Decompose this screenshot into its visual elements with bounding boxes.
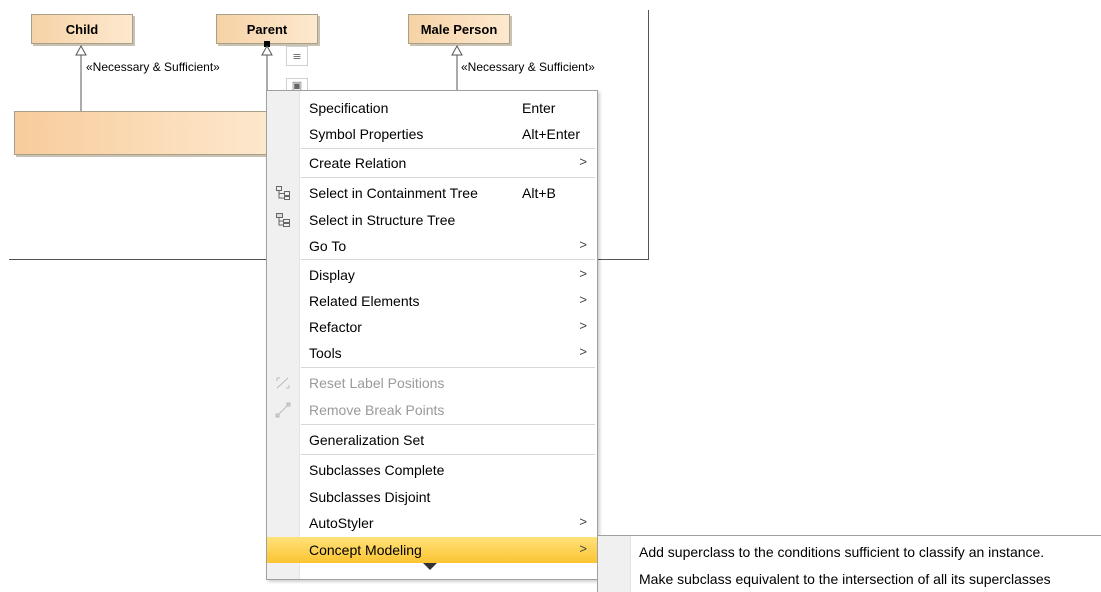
menu-item-label: Select in Containment Tree <box>309 185 478 201</box>
menu-item-symbol-properties[interactable]: Symbol Properties Alt+Enter <box>267 121 597 147</box>
menu-item-related-elements[interactable]: Related Elements > <box>267 288 597 314</box>
submenu-item-add-superclass-sufficient[interactable]: Add superclass to the conditions suffici… <box>598 539 1101 565</box>
menu-item-label: Refactor <box>309 319 362 335</box>
containment-tree-icon <box>275 185 291 201</box>
menu-item-label: AutoStyler <box>309 515 374 531</box>
menu-item-label: Generalization Set <box>309 432 425 448</box>
menu-item-refactor[interactable]: Refactor > <box>267 314 597 340</box>
menu-item-shortcut: Alt+Enter <box>522 126 580 142</box>
menu-item-label: Subclasses Complete <box>309 462 445 478</box>
menu-item-select-in-containment-tree[interactable]: Select in Containment Tree Alt+B <box>267 180 597 206</box>
chevron-right-icon: > <box>579 266 587 281</box>
submenu-item-make-subclass-equivalent[interactable]: Make subclass equivalent to the intersec… <box>598 566 1101 592</box>
menu-item-autostyler[interactable]: AutoStyler > <box>267 510 597 536</box>
chevron-right-icon: > <box>579 344 587 359</box>
diagram-frame-bottom-right <box>596 259 648 260</box>
menu-item-label: Display <box>309 267 355 283</box>
concept-modeling-submenu: Add superclass to the conditions suffici… <box>597 535 1101 592</box>
chevron-right-icon: > <box>579 514 587 529</box>
menu-item-specification[interactable]: Specification Enter <box>267 95 597 121</box>
chevron-right-icon: > <box>579 318 587 333</box>
menu-separator <box>301 259 595 260</box>
menu-separator <box>301 454 595 455</box>
menu-separator <box>301 367 595 368</box>
menu-item-label: Related Elements <box>309 293 420 309</box>
menu-item-subclasses-complete[interactable]: Subclasses Complete <box>267 457 597 483</box>
menu-item-shortcut: Enter <box>522 100 556 116</box>
menu-item-shortcut: Alt+B <box>522 185 556 201</box>
menu-item-concept-modeling[interactable]: Concept Modeling > <box>267 537 597 563</box>
submenu-item-label: Make subclass equivalent to the intersec… <box>639 571 1051 587</box>
menu-item-label: Select in Structure Tree <box>309 212 456 228</box>
scroll-down-icon[interactable] <box>423 563 437 570</box>
remove-break-points-icon <box>275 402 291 418</box>
submenu-item-label: Add superclass to the conditions suffici… <box>639 544 1045 560</box>
reset-label-positions-icon <box>275 375 291 391</box>
chevron-right-icon: > <box>579 292 587 307</box>
menu-item-tools[interactable]: Tools > <box>267 340 597 366</box>
chevron-right-icon: > <box>579 154 587 169</box>
chevron-right-icon: > <box>579 237 587 252</box>
note-icon[interactable]: ≡ <box>286 46 308 66</box>
menu-item-label: Remove Break Points <box>309 402 445 418</box>
menu-item-label: Subclasses Disjoint <box>309 489 431 505</box>
menu-item-select-in-structure-tree[interactable]: Select in Structure Tree <box>267 207 597 233</box>
menu-item-go-to[interactable]: Go To > <box>267 233 597 259</box>
menu-item-label: Concept Modeling <box>309 542 422 558</box>
class-unnamed[interactable] <box>14 111 276 155</box>
menu-item-display[interactable]: Display > <box>267 262 597 288</box>
menu-item-label: Reset Label Positions <box>309 375 445 391</box>
menu-separator <box>301 177 595 178</box>
menu-item-remove-break-points: Remove Break Points <box>267 397 597 423</box>
menu-item-reset-label-positions: Reset Label Positions <box>267 370 597 396</box>
menu-item-label: Symbol Properties <box>309 126 424 142</box>
menu-item-generalization-set[interactable]: Generalization Set <box>267 427 597 453</box>
context-menu: Specification Enter Symbol Properties Al… <box>266 90 598 580</box>
chevron-right-icon: > <box>579 541 587 556</box>
menu-separator <box>301 424 595 425</box>
diagram-frame-bottom-left <box>9 259 267 260</box>
menu-item-label: Create Relation <box>309 155 407 171</box>
menu-item-create-relation[interactable]: Create Relation > <box>267 150 597 176</box>
menu-item-label: Specification <box>309 100 389 116</box>
stereotype-label-right: «Necessary & Sufficient» <box>461 60 595 74</box>
stereotype-label-left: «Necessary & Sufficient» <box>86 60 220 74</box>
menu-item-label: Go To <box>309 238 347 254</box>
menu-separator <box>301 148 595 149</box>
structure-tree-icon <box>275 212 291 228</box>
menu-item-label: Tools <box>309 345 342 361</box>
menu-item-subclasses-disjoint[interactable]: Subclasses Disjoint <box>267 484 597 510</box>
